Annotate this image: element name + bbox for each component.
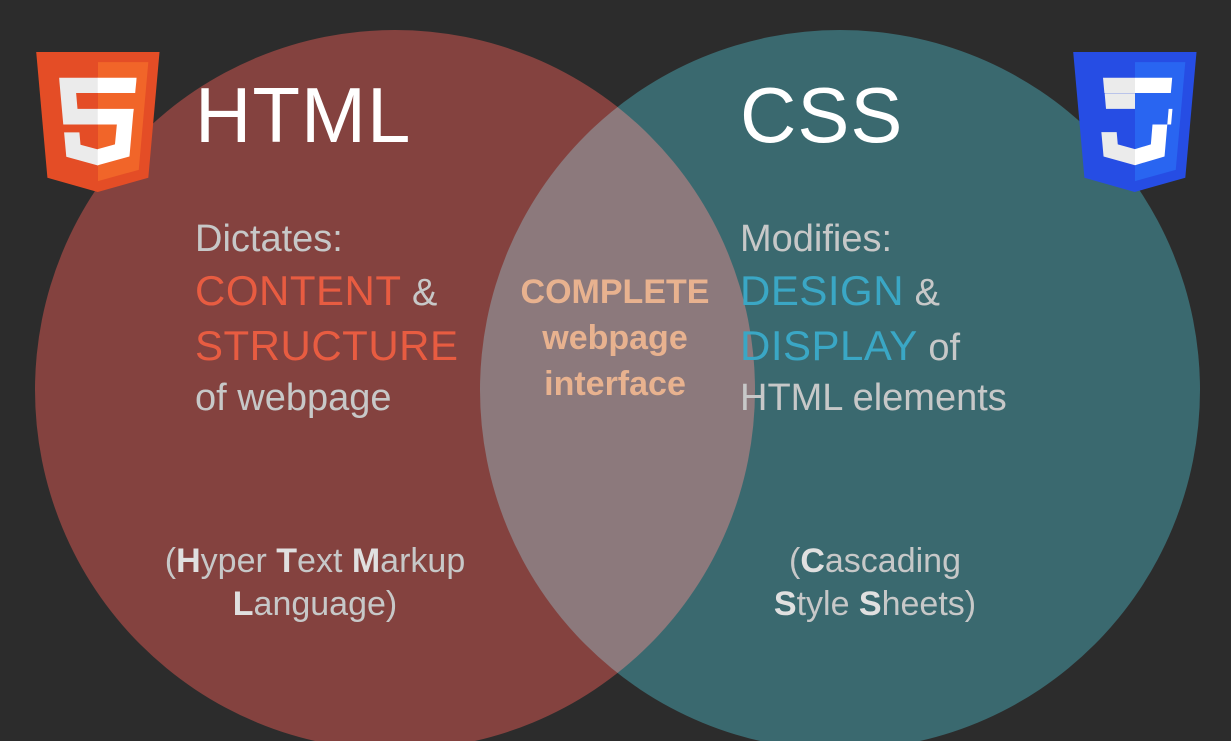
venn-intersection-label: COMPLETE webpage interface	[500, 270, 730, 408]
css-description: Modifies: DESIGN & DISPLAY of HTML eleme…	[740, 215, 1070, 423]
acro-s1-rest: tyle	[797, 585, 859, 623]
acro-s1: S	[774, 585, 797, 623]
css-lead: Modifies:	[740, 218, 892, 260]
css-display-keyword: DISPLAY	[740, 322, 918, 369]
venn-diagram: HTML CSS Dictates: CONTENT & STRUCTURE o…	[0, 0, 1231, 741]
css-trail2: HTML elements	[740, 377, 1007, 419]
css-amp: &	[904, 272, 940, 314]
html-description: Dictates: CONTENT & STRUCTURE of webpage	[195, 215, 525, 423]
acro-c-rest: ascading	[825, 542, 961, 580]
intersection-line3: interface	[544, 365, 686, 403]
acro-l-rest: anguage	[254, 585, 386, 623]
html-acronym: (Hyper Text Markup Language)	[120, 540, 510, 625]
html-structure-keyword: STRUCTURE	[195, 322, 459, 369]
html-content-keyword: CONTENT	[195, 267, 402, 314]
html-trail: of webpage	[195, 377, 392, 419]
css-design-keyword: DESIGN	[740, 267, 904, 314]
html-amp: &	[402, 272, 438, 314]
acro-c: C	[800, 542, 825, 580]
css-trail-inline: of	[918, 327, 960, 369]
acro-m: M	[352, 542, 380, 580]
intersection-line2: webpage	[542, 319, 687, 357]
html-title: HTML	[195, 70, 411, 161]
acro-l: L	[233, 585, 254, 623]
acro-m-rest: arkup	[380, 542, 465, 580]
css3-logo-icon	[1065, 42, 1205, 207]
html-lead: Dictates:	[195, 218, 343, 260]
html5-logo-icon	[28, 42, 168, 207]
acro-h: H	[176, 542, 201, 580]
acro-h-rest: yper	[201, 542, 277, 580]
acro-s2-rest: heets	[882, 585, 965, 623]
acro-s2: S	[859, 585, 882, 623]
css-title: CSS	[740, 70, 903, 161]
css-acronym: (Cascading Style Sheets)	[700, 540, 1050, 625]
intersection-line1: COMPLETE	[521, 273, 710, 311]
paren-open: (	[789, 542, 800, 580]
paren-close: )	[386, 585, 397, 623]
acro-t-rest: ext	[297, 542, 352, 580]
paren-open: (	[165, 542, 176, 580]
acro-t: T	[276, 542, 297, 580]
paren-close: )	[965, 585, 976, 623]
